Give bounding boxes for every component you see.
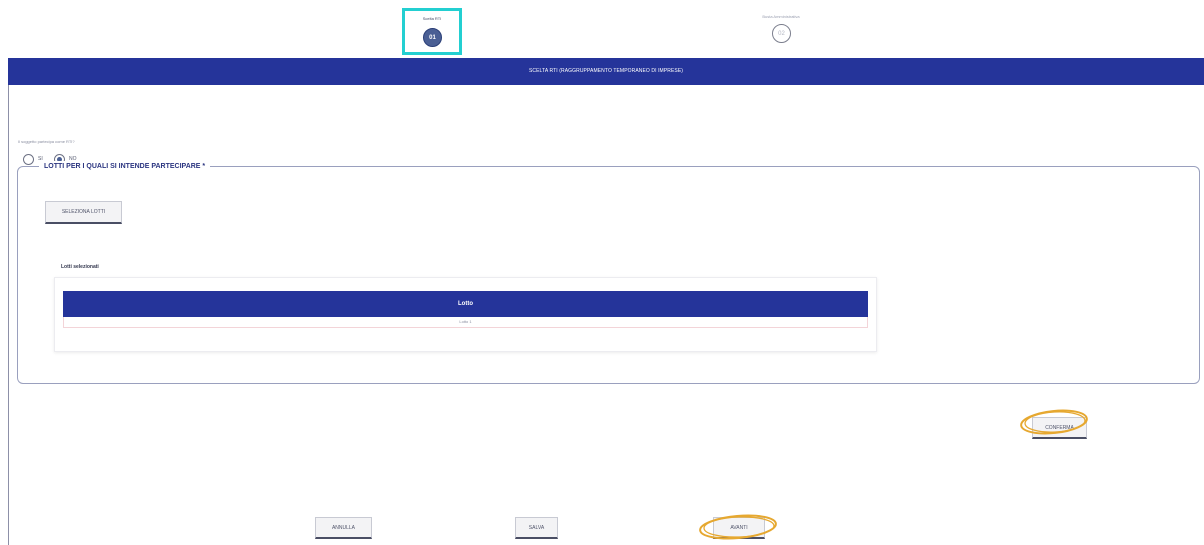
cancel-button[interactable]: ANNULLA — [315, 517, 372, 539]
step-busta-amministrativa[interactable]: Busta Amministrativa 02 — [744, 11, 818, 51]
next-button[interactable]: AVANTI — [713, 517, 765, 539]
select-lots-button[interactable]: SELEZIONA LOTTI — [45, 201, 122, 224]
lots-fieldset: LOTTI PER I QUALI SI INTENDE PARTECIPARE… — [17, 161, 1200, 384]
table-row[interactable]: Lotto 1 — [63, 317, 868, 328]
confirm-button[interactable]: CONFERMA — [1032, 417, 1087, 439]
page-left-border — [8, 58, 9, 545]
step-label: Scelta RTI — [422, 16, 442, 21]
step-label: Busta Amministrativa — [762, 14, 800, 19]
step-number-badge: 01 — [423, 28, 442, 47]
radio-button-si[interactable] — [23, 154, 34, 165]
table-header-lotto: Lotto — [63, 291, 868, 317]
rti-question-label: Il soggetto partecipa come RTI? — [18, 139, 75, 144]
selected-lots-table: Lotto Lotto 1 — [54, 277, 877, 352]
step-number-badge: 02 — [772, 24, 791, 43]
step-scelta-rti[interactable]: Scelta RTI 01 — [402, 8, 462, 55]
lots-legend: LOTTI PER I QUALI SI INTENDE PARTECIPARE… — [39, 161, 211, 173]
save-button[interactable]: SALVA — [515, 517, 558, 539]
wizard-stepper: Scelta RTI 01 Busta Amministrativa 02 — [0, 0, 1204, 58]
section-header: SCELTA RTI (RAGGRUPPAMENTO TEMPORANEO DI… — [8, 58, 1204, 85]
selected-lots-label: Lotti selezionati — [61, 264, 99, 270]
